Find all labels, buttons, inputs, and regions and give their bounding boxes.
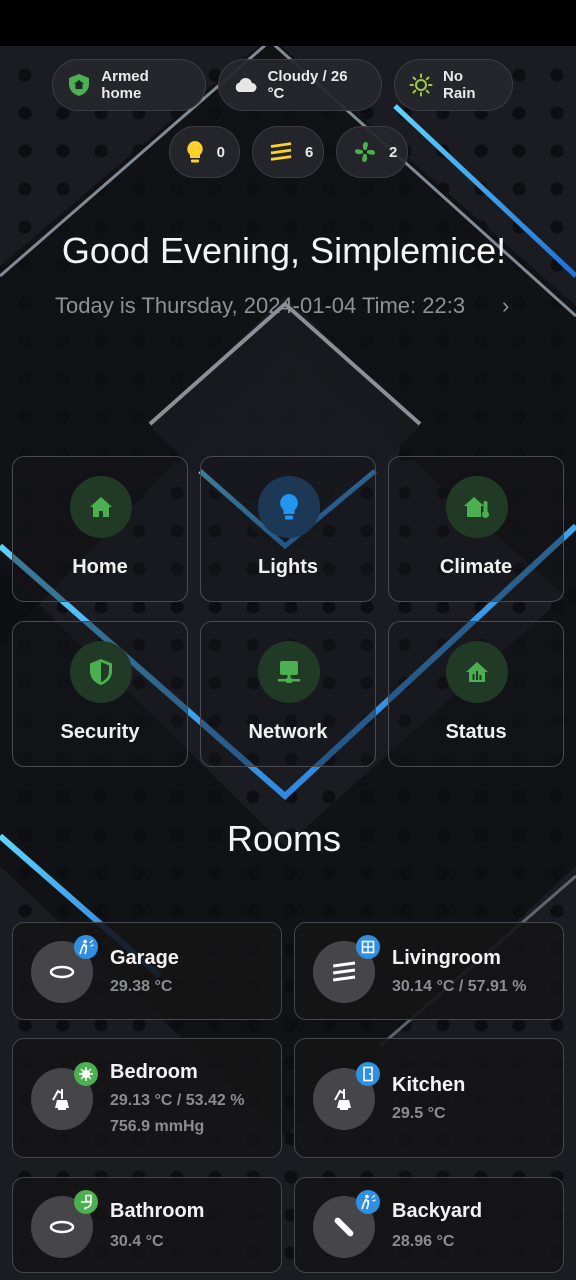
tile-network[interactable]: Network xyxy=(200,621,376,767)
toilet-icon xyxy=(74,1190,98,1214)
alarm-label: Armed home xyxy=(101,68,149,102)
sun-icon xyxy=(409,72,433,98)
motion-icon xyxy=(74,935,98,959)
chevron-right-icon[interactable]: › xyxy=(502,293,509,319)
cloud-icon xyxy=(233,72,258,98)
room-card-kitchen[interactable]: Kitchen 29.5 °C xyxy=(294,1038,564,1158)
lights-counter[interactable]: 0 xyxy=(169,126,240,178)
room-state: 30.14 °C / 57.91 % xyxy=(392,978,527,995)
virus-icon xyxy=(74,1062,98,1086)
window-icon xyxy=(356,935,380,959)
weather-label: Cloudy / 26 °C xyxy=(267,68,348,102)
shield-half-icon xyxy=(70,641,132,703)
tile-label: Security xyxy=(60,721,140,743)
fans-count: 2 xyxy=(389,143,398,161)
rain-label: No Rain xyxy=(443,68,476,102)
fans-counter[interactable]: 2 xyxy=(336,126,408,178)
weather-chip[interactable]: Cloudy / 26 °C xyxy=(218,59,382,111)
lightbulb-icon xyxy=(258,476,320,538)
room-name: Backyard xyxy=(392,1200,483,1222)
status-bar xyxy=(0,0,576,46)
alarm-chip[interactable]: Armed home xyxy=(52,59,206,111)
room-card-bedroom[interactable]: Bedroom 29.13 °C / 53.42 % 756.9 mmHg xyxy=(12,1038,282,1158)
lights-count: 0 xyxy=(216,143,225,161)
shield-home-icon xyxy=(67,72,91,98)
room-state: 28.96 °C xyxy=(392,1233,455,1250)
greeting-title: Good Evening, Simplemice! xyxy=(61,230,507,271)
tile-climate[interactable]: Climate xyxy=(388,456,564,602)
home-thermometer-icon xyxy=(446,476,508,538)
blinds-icon xyxy=(269,140,293,164)
home-analytics-icon xyxy=(446,641,508,703)
rain-chip[interactable]: No Rain xyxy=(394,59,513,111)
room-card-garage[interactable]: Garage 29.38 °C xyxy=(12,922,282,1020)
motion-icon xyxy=(356,1190,380,1214)
room-name: Kitchen xyxy=(392,1074,466,1096)
room-pressure: 756.9 mmHg xyxy=(110,1118,205,1135)
room-state: 29.5 °C xyxy=(392,1105,446,1122)
monitor-network-icon xyxy=(258,641,320,703)
tile-status[interactable]: Status xyxy=(388,621,564,767)
tile-label: Climate xyxy=(439,556,513,578)
lightbulb-icon xyxy=(186,140,205,164)
room-state: 29.38 °C xyxy=(110,978,173,995)
room-state: 29.13 °C / 53.42 % xyxy=(110,1092,245,1109)
rooms-heading: Rooms xyxy=(226,818,342,859)
tile-home[interactable]: Home xyxy=(12,456,188,602)
room-name: Bedroom xyxy=(110,1061,198,1083)
tile-label: Status xyxy=(445,721,507,743)
door-icon xyxy=(356,1062,380,1086)
room-name: Bathroom xyxy=(110,1200,205,1222)
tile-lights[interactable]: Lights xyxy=(200,456,376,602)
room-state: 30.4 °C xyxy=(110,1233,164,1250)
room-card-bathroom[interactable]: Bathroom 30.4 °C xyxy=(12,1177,282,1273)
room-name: Livingroom xyxy=(392,947,501,969)
fan-icon xyxy=(353,140,377,164)
date-time-text: Today is Thursday, 2024-01-04 Time: 22:3 xyxy=(55,293,466,318)
home-icon xyxy=(70,476,132,538)
room-card-livingroom[interactable]: Livingroom 30.14 °C / 57.91 % xyxy=(294,922,564,1020)
covers-count: 6 xyxy=(305,143,314,161)
room-name: Garage xyxy=(110,947,179,969)
tile-security[interactable]: Security xyxy=(12,621,188,767)
covers-counter[interactable]: 6 xyxy=(252,126,324,178)
tile-label: Network xyxy=(248,721,328,743)
room-card-backyard[interactable]: Backyard 28.96 °C xyxy=(294,1177,564,1273)
tile-label: Home xyxy=(72,556,128,578)
tile-label: Lights xyxy=(258,556,318,578)
